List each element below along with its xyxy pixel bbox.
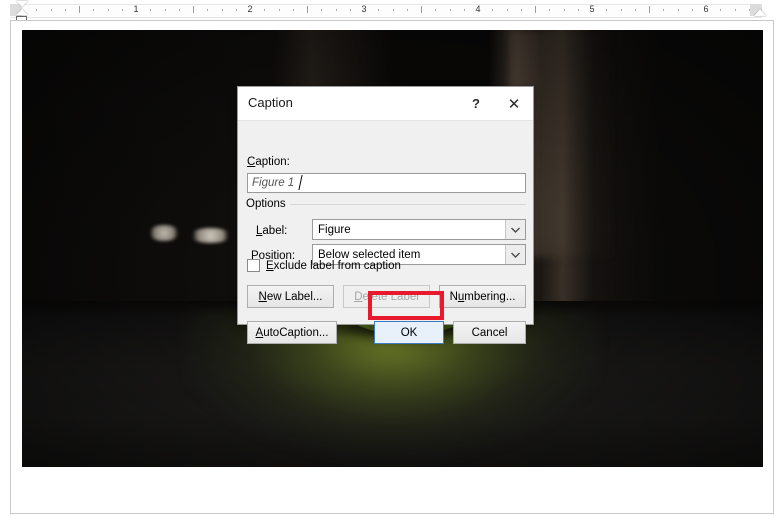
ruler-number: 5: [589, 4, 595, 14]
numbering-button-label: Numbering...: [449, 290, 516, 303]
ruler-minor-tick: [150, 9, 152, 11]
new-label-button-label: New Label...: [258, 290, 323, 303]
ruler-minor-tick: [577, 9, 579, 11]
ruler-minor-tick: [506, 9, 508, 11]
ruler-minor-tick: [406, 9, 408, 11]
dialog-title-bar: Caption ? ✕: [238, 87, 533, 121]
cancel-button-label: Cancel: [471, 326, 508, 339]
ruler-minor-tick: [321, 9, 323, 11]
ruler-minor-tick: [207, 9, 209, 11]
ruler-minor-tick: [378, 9, 380, 11]
ruler-number: 1: [133, 4, 139, 14]
ruler-minor-tick: [563, 9, 565, 11]
word-document-window: 1 2 3 4 5 6 Caption ? ✕ Caption: Figure 1 Opt…: [0, 0, 784, 516]
ruler-minor-tick: [748, 9, 750, 11]
caption-field-label: Caption:: [247, 156, 290, 168]
ruler-half-tick: [421, 6, 422, 13]
ruler-half-tick: [307, 6, 308, 13]
caption-input[interactable]: Figure 1: [247, 173, 526, 193]
label-dropdown-value: Figure: [318, 223, 351, 236]
ruler-minor-tick: [663, 9, 665, 11]
delete-label-button-label: Delete Label: [354, 290, 419, 303]
cancel-button[interactable]: Cancel: [453, 321, 526, 344]
autocaption-button-label: AutoCaption...: [255, 326, 329, 339]
ruler-minor-tick: [392, 9, 394, 11]
ruler-minor-tick: [520, 9, 522, 11]
new-label-button[interactable]: New Label...: [247, 285, 334, 308]
delete-label-button: Delete Label: [343, 285, 430, 308]
chevron-down-icon[interactable]: [505, 220, 525, 239]
ruler-number: 4: [475, 4, 481, 14]
ruler-minor-tick: [264, 9, 266, 11]
ruler-minor-tick: [278, 9, 280, 11]
ruler-minor-tick: [549, 9, 551, 11]
ruler-half-tick: [535, 6, 536, 13]
ruler-number: 6: [703, 4, 709, 14]
ruler-minor-tick: [349, 9, 351, 11]
ruler-minor-tick: [221, 9, 223, 11]
first-line-indent-marker[interactable]: [16, 1, 28, 7]
ruler-minor-tick: [691, 9, 693, 11]
ruler-minor-tick: [449, 9, 451, 11]
ruler-minor-tick: [107, 9, 109, 11]
ruler-minor-tick: [93, 9, 95, 11]
ruler-minor-tick: [335, 9, 337, 11]
ok-button[interactable]: OK: [374, 321, 444, 344]
label-field-label: Label:: [256, 225, 288, 237]
hanging-indent-marker[interactable]: [16, 9, 28, 15]
ruler-minor-tick: [734, 9, 736, 11]
ruler-minor-tick: [634, 9, 636, 11]
ruler-minor-tick: [435, 9, 437, 11]
ok-button-label: OK: [400, 326, 418, 339]
ruler-half-tick: [193, 6, 194, 13]
ruler-minor-tick: [121, 9, 123, 11]
ruler-minor-tick: [720, 9, 722, 11]
ruler-half-tick: [649, 6, 650, 13]
ruler-minor-tick: [178, 9, 180, 11]
numbering-button[interactable]: Numbering...: [439, 285, 526, 308]
ruler-minor-tick: [677, 9, 679, 11]
ruler-minor-tick: [64, 9, 66, 11]
ruler-half-tick: [79, 6, 80, 13]
ruler-number: 2: [247, 4, 253, 14]
ruler-minor-tick: [235, 9, 237, 11]
chevron-down-icon[interactable]: [505, 245, 525, 264]
close-icon[interactable]: ✕: [497, 87, 531, 120]
ruler-minor-tick: [164, 9, 166, 11]
ruler-minor-tick: [606, 9, 608, 11]
autocaption-button[interactable]: AutoCaption...: [247, 321, 337, 344]
options-group-separator: [290, 204, 526, 205]
dialog-title: Caption: [248, 95, 293, 110]
help-icon[interactable]: ?: [459, 87, 493, 120]
ruler-minor-tick: [492, 9, 494, 11]
options-group-label: Options: [246, 198, 286, 210]
exclude-label-checkbox-row[interactable]: Exclude label from caption: [247, 259, 401, 272]
ruler-number: 3: [361, 4, 367, 14]
ruler-minor-tick: [292, 9, 294, 11]
ruler-minor-tick: [463, 9, 465, 11]
right-indent-marker[interactable]: [754, 9, 766, 16]
horizontal-ruler[interactable]: 1 2 3 4 5 6: [0, 0, 784, 21]
ruler-minor-tick: [36, 9, 38, 11]
exclude-label-checkbox-label: Exclude label from caption: [266, 259, 401, 272]
ruler-minor-tick: [620, 9, 622, 11]
caption-dialog[interactable]: Caption ? ✕ Caption: Figure 1 Options La…: [237, 86, 534, 344]
exclude-label-checkbox[interactable]: [247, 259, 260, 272]
ruler-minor-tick: [50, 9, 52, 11]
label-dropdown[interactable]: Figure: [312, 219, 526, 240]
